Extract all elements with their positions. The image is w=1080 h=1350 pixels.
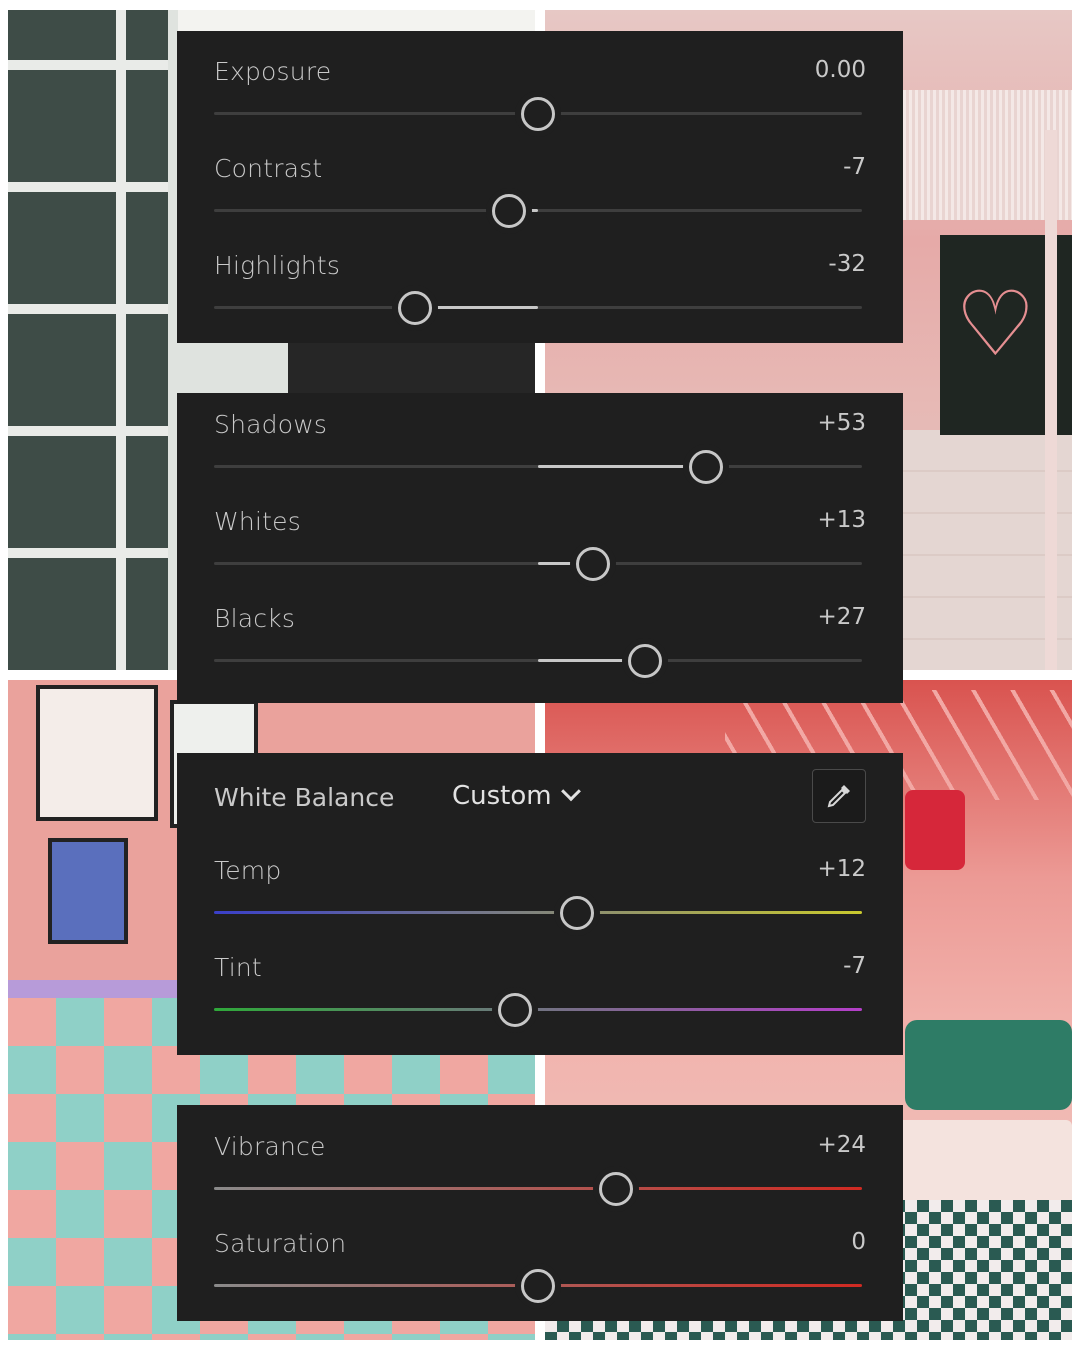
slider-label: Tint — [214, 953, 262, 982]
presence-panel: Vibrance +24 Saturation 0 — [177, 1105, 903, 1321]
slider-value[interactable]: 0 — [851, 1229, 866, 1255]
wall-frame — [48, 838, 128, 944]
chandelier — [905, 790, 965, 870]
slider-label: Temp — [214, 856, 282, 885]
wall-frame — [36, 685, 158, 821]
slider-value[interactable]: +12 — [817, 856, 866, 882]
slider-thumb[interactable] — [689, 450, 724, 484]
white-balance-header: White Balance Custom — [214, 769, 866, 833]
slider-track[interactable] — [214, 306, 862, 309]
slider-fill — [414, 306, 538, 309]
color-panel: White Balance Custom Temp +12 Tint -7 — [177, 753, 903, 1055]
slider-fill — [538, 465, 707, 468]
slider-thumb[interactable] — [498, 993, 533, 1027]
slider-label: Saturation — [214, 1229, 347, 1258]
slider-value[interactable]: -7 — [843, 953, 866, 979]
slider-value[interactable]: +53 — [817, 410, 866, 436]
eyedropper-icon — [827, 785, 850, 808]
slider-row-temp: Temp +12 — [214, 842, 866, 939]
slider-label: Vibrance — [214, 1132, 326, 1161]
slider-track[interactable] — [214, 911, 862, 914]
slider-label: Highlights — [214, 251, 341, 280]
slider-row-exposure: Exposure 0.00 — [214, 43, 866, 140]
slider-value[interactable]: +27 — [817, 604, 866, 630]
slider-label: Blacks — [214, 604, 296, 633]
slider-row-highlights: Highlights -32 — [214, 237, 866, 334]
umbrella-pole — [1045, 130, 1057, 670]
slider-thumb[interactable] — [397, 291, 432, 325]
white-balance-label: White Balance — [214, 783, 395, 812]
slider-row-tint: Tint -7 — [214, 939, 866, 1036]
slider-thumb[interactable] — [598, 1172, 633, 1206]
slider-track[interactable] — [214, 1008, 862, 1011]
slider-thumb[interactable] — [521, 97, 555, 131]
slider-thumb[interactable] — [491, 194, 526, 228]
slider-value[interactable]: -7 — [843, 154, 866, 180]
white-balance-dropdown[interactable]: Custom — [452, 781, 581, 811]
slider-row-blacks: Blacks +27 — [214, 590, 866, 687]
slider-track[interactable] — [214, 1187, 862, 1190]
slider-row-whites: Whites +13 — [214, 493, 866, 590]
eyedropper-button[interactable] — [812, 769, 866, 823]
green-booth — [905, 1020, 1072, 1110]
slider-thumb[interactable] — [521, 1269, 555, 1303]
slider-row-shadows: Shadows +53 — [214, 396, 866, 493]
chevron-down-icon — [560, 781, 581, 802]
slider-label: Exposure — [214, 57, 332, 86]
slider-thumb[interactable] — [627, 644, 662, 678]
tone-panel: Shadows +53 Whites +13 Blacks +27 — [177, 393, 903, 703]
heart-icon: ♡ — [955, 272, 1036, 377]
slider-value[interactable]: +13 — [817, 507, 866, 533]
slider-thumb[interactable] — [576, 547, 611, 581]
white-balance-value: Custom — [452, 781, 552, 811]
slider-thumb[interactable] — [559, 896, 594, 930]
bakery-sign — [288, 335, 535, 395]
slider-track[interactable] — [214, 209, 862, 212]
slider-label: Whites — [214, 507, 301, 536]
slider-value[interactable]: 0.00 — [815, 57, 866, 83]
light-panel: Exposure 0.00 Contrast -7 Highlights -32 — [177, 31, 903, 343]
slider-row-contrast: Contrast -7 — [214, 140, 866, 237]
slider-label: Shadows — [214, 410, 328, 439]
slider-value[interactable]: +24 — [817, 1132, 866, 1158]
slider-row-saturation: Saturation 0 — [214, 1215, 866, 1312]
slider-value[interactable]: -32 — [828, 251, 866, 277]
slider-row-vibrance: Vibrance +24 — [214, 1118, 866, 1215]
slider-label: Contrast — [214, 154, 323, 183]
